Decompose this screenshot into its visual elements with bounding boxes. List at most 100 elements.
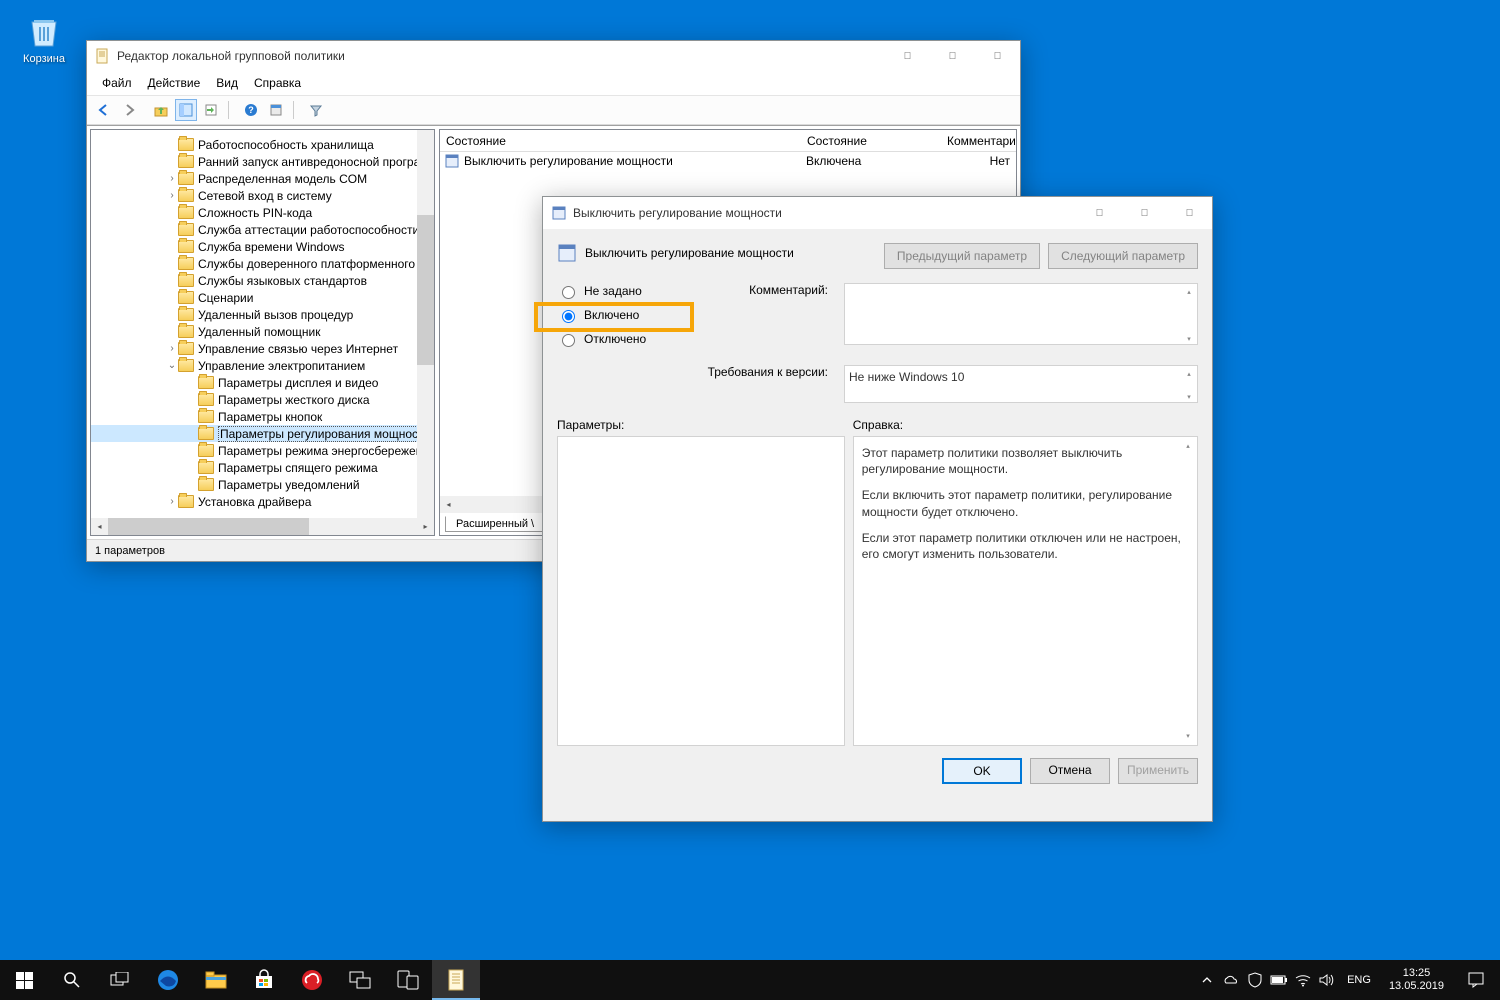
dialog-title: Выключить регулирование мощности — [573, 206, 1077, 220]
requirements-scrollbar[interactable]: ▴▾ — [1181, 366, 1197, 405]
next-setting-button[interactable]: Следующий параметр — [1048, 243, 1198, 269]
close-button[interactable]:  — [975, 41, 1020, 71]
start-button[interactable] — [0, 960, 48, 1000]
toolbar-properties-button[interactable] — [265, 99, 287, 121]
radio-enabled-input[interactable] — [562, 310, 575, 323]
tree-node[interactable]: Служба аттестации работоспособности устр — [91, 221, 434, 238]
apply-button[interactable]: Применить — [1118, 758, 1198, 784]
taskbar-clock[interactable]: 13:25 13.05.2019 — [1381, 967, 1452, 993]
tray-wifi-icon[interactable] — [1293, 960, 1313, 1000]
tree-node[interactable]: Служба времени Windows — [91, 238, 434, 255]
search-button[interactable] — [48, 960, 96, 1000]
ok-button[interactable]: OK — [942, 758, 1022, 784]
tree-node[interactable]: › Установка драйвера — [91, 493, 434, 510]
tree-expand-icon[interactable]: ⌄ — [166, 360, 178, 371]
tree-node[interactable]: Службы языковых стандартов — [91, 272, 434, 289]
tree-node[interactable]: ›Распределенная модель COM — [91, 170, 434, 187]
tree-node[interactable]: Параметры уведомлений — [91, 476, 434, 493]
tree-expand-icon[interactable]: › — [166, 496, 178, 507]
tree-node[interactable]: ›Сетевой вход в систему — [91, 187, 434, 204]
tree-node[interactable]: Сложность PIN-кода — [91, 204, 434, 221]
dlg-minimize-button[interactable]:  — [1077, 198, 1122, 228]
tree-node[interactable]: Параметры кнопок — [91, 408, 434, 425]
tree-expand-icon[interactable]: › — [166, 343, 178, 354]
tree-node-label: Работоспособность хранилища — [198, 138, 374, 152]
help-paragraph-2: Если включить этот параметр политики, ре… — [862, 487, 1189, 519]
previous-setting-button[interactable]: Предыдущий параметр — [884, 243, 1040, 269]
tray-chevron-up-icon[interactable] — [1197, 960, 1217, 1000]
toolbar-back-button[interactable] — [93, 99, 115, 121]
tray-battery-icon[interactable] — [1269, 960, 1289, 1000]
tray-language[interactable]: ENG — [1341, 974, 1377, 986]
radio-enabled[interactable]: Включено — [557, 307, 692, 323]
tree-expand-icon[interactable]: › — [166, 190, 178, 201]
comment-textarea[interactable] — [844, 283, 1198, 345]
help-scrollbar[interactable]: ▴ ▾ — [1180, 438, 1196, 744]
tree-node[interactable]: Сценарии — [91, 289, 434, 306]
folder-icon — [178, 342, 194, 355]
tray-sound-icon[interactable] — [1317, 960, 1337, 1000]
desktop-icon-recycle-bin[interactable]: Корзина — [14, 10, 74, 65]
taskbar-gpeditor[interactable] — [432, 960, 480, 1000]
tree-node[interactable]: Параметры дисплея и видео — [91, 374, 434, 391]
tree-horizontal-scrollbar[interactable]: ◂ ▸ — [91, 518, 434, 535]
tree-node[interactable]: Удаленный помощник — [91, 323, 434, 340]
gp-tree[interactable]: Работоспособность хранилищаРанний запуск… — [91, 130, 434, 535]
menu-view[interactable]: Вид — [209, 73, 245, 93]
tree-node[interactable]: Службы доверенного платформенного моду — [91, 255, 434, 272]
tree-node[interactable]: Параметры спящего режима — [91, 459, 434, 476]
radio-disabled[interactable]: Отключено — [557, 331, 692, 347]
tray-defender-icon[interactable] — [1245, 960, 1265, 1000]
tree-node[interactable]: Параметры регулирования мощности — [91, 425, 434, 442]
toolbar-forward-button[interactable] — [118, 99, 140, 121]
radio-not-configured-input[interactable] — [562, 286, 575, 299]
tree-node[interactable]: Ранний запуск антивредоносной программы — [91, 153, 434, 170]
comment-scrollbar[interactable]: ▴▾ — [1181, 284, 1197, 347]
minimize-button[interactable]:  — [885, 41, 930, 71]
dlg-maximize-button[interactable]:  — [1122, 198, 1167, 228]
dlg-close-button[interactable]:  — [1167, 198, 1212, 228]
help-paragraph-3: Если этот параметр политики отключен или… — [862, 530, 1189, 562]
recycle-bin-label: Корзина — [14, 53, 74, 65]
col-header-state[interactable]: Состояние — [440, 134, 801, 148]
tree-node-label: Установка драйвера — [198, 495, 311, 509]
tree-node[interactable]: Параметры режима энергосбережения — [91, 442, 434, 459]
toolbar-up-button[interactable] — [150, 99, 172, 121]
tree-node[interactable]: Работоспособность хранилища — [91, 136, 434, 153]
taskbar-creative-cloud[interactable] — [288, 960, 336, 1000]
policy-row[interactable]: Выключить регулирование мощности Включен… — [440, 152, 1016, 170]
tree-vertical-scrollbar[interactable] — [417, 130, 434, 518]
scroll-right-button[interactable]: ▸ — [417, 518, 434, 535]
tree-expand-icon[interactable]: › — [166, 173, 178, 184]
tree-node[interactable]: Параметры жесткого диска — [91, 391, 434, 408]
radio-not-configured[interactable]: Не задано — [557, 283, 692, 299]
toolbar-show-hide-tree-button[interactable] — [175, 99, 197, 121]
policy-dialog: Выключить регулирование мощности    В… — [542, 196, 1213, 822]
col-header-status[interactable]: Состояние — [801, 134, 941, 148]
toolbar-filter-button[interactable] — [305, 99, 327, 121]
tree-node[interactable]: Удаленный вызов процедур — [91, 306, 434, 323]
toolbar-help-button[interactable]: ? — [240, 99, 262, 121]
taskbar-explorer[interactable] — [192, 960, 240, 1000]
tree-node[interactable]: ⌄Управление электропитанием — [91, 357, 434, 374]
cancel-button[interactable]: Отмена — [1030, 758, 1110, 784]
taskbar-edge[interactable] — [144, 960, 192, 1000]
taskbar-app-1[interactable] — [336, 960, 384, 1000]
tree-node[interactable]: ›Управление связью через Интернет — [91, 340, 434, 357]
maximize-button[interactable]:  — [930, 41, 975, 71]
tree-node-label: Параметры регулирования мощности — [218, 426, 432, 442]
tray-onedrive-icon[interactable] — [1221, 960, 1241, 1000]
menu-file[interactable]: Файл — [95, 73, 139, 93]
menu-help[interactable]: Справка — [247, 73, 308, 93]
notification-center-button[interactable] — [1456, 971, 1496, 989]
taskbar-app-2[interactable] — [384, 960, 432, 1000]
toolbar-export-button[interactable] — [200, 99, 222, 121]
taskbar-store[interactable] — [240, 960, 288, 1000]
col-header-comment[interactable]: Комментари — [941, 134, 1016, 148]
radio-disabled-input[interactable] — [562, 334, 575, 347]
tab-extended[interactable]: Расширенный \ — [445, 516, 545, 532]
taskbar-time: 13:25 — [1389, 967, 1444, 980]
menu-action[interactable]: Действие — [141, 73, 208, 93]
scroll-left-button[interactable]: ◂ — [91, 518, 108, 535]
task-view-button[interactable] — [96, 960, 144, 1000]
